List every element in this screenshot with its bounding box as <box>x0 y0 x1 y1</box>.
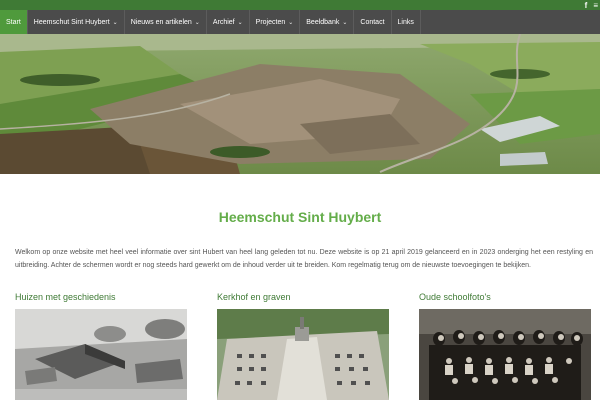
card-image-kerkhof[interactable] <box>217 309 389 400</box>
intro-text: Welkom op onze website met heel veel inf… <box>15 249 593 269</box>
chevron-down-icon: ⌄ <box>194 19 200 26</box>
nav-item-label: Nieuws en artikelen <box>130 18 192 26</box>
nav-item-nieuws-en-artikelen[interactable]: Nieuws en artikelen ⌄ <box>125 10 207 34</box>
card-title-kerkhof[interactable]: Kerkhof en graven <box>217 292 291 302</box>
chevron-down-icon: ⌄ <box>112 19 118 26</box>
more-icon[interactable]: ≡ <box>593 1 598 10</box>
nav-item-heemschut-sint-huybert[interactable]: Heemschut Sint Huybert ⌄ <box>28 10 125 34</box>
chevron-down-icon: ⌄ <box>288 19 294 26</box>
chevron-down-icon: ⌄ <box>237 19 243 26</box>
card-title-huizen[interactable]: Huizen met geschiedenis <box>15 292 116 302</box>
top-bar: f ≡ <box>0 0 600 10</box>
main-navigation: Start Heemschut Sint Huybert ⌄ Nieuws en… <box>0 10 600 34</box>
card-image-schoolfotos[interactable] <box>419 309 591 400</box>
hero-aerial-photo <box>0 34 600 174</box>
nav-item-projecten[interactable]: Projecten ⌄ <box>250 10 301 34</box>
nav-item-contact[interactable]: Contact <box>354 10 392 34</box>
facebook-icon[interactable]: f <box>585 1 588 10</box>
page-title: Heemschut Sint Huybert <box>218 209 382 226</box>
social-links: f ≡ <box>585 0 600 10</box>
nav-item-label: Projecten <box>255 18 286 26</box>
nav-item-label: Links <box>397 18 414 26</box>
nav-item-label: Archief <box>212 18 235 26</box>
nav-item-label: Contact <box>360 18 385 26</box>
card-title-schoolfotos[interactable]: Oude schoolfoto's <box>419 292 491 302</box>
nav-item-archief[interactable]: Archief ⌄ <box>207 10 250 34</box>
nav-item-label: Beeldbank <box>306 18 340 26</box>
nav-item-label: Start <box>6 18 21 26</box>
nav-item-beeldbank[interactable]: Beeldbank ⌄ <box>300 10 355 34</box>
chevron-down-icon: ⌄ <box>342 19 348 26</box>
nav-item-links[interactable]: Links <box>392 10 421 34</box>
nav-item-label: Heemschut Sint Huybert <box>33 18 110 26</box>
nav-item-start[interactable]: Start <box>0 10 28 34</box>
card-image-huizen[interactable] <box>15 309 187 400</box>
